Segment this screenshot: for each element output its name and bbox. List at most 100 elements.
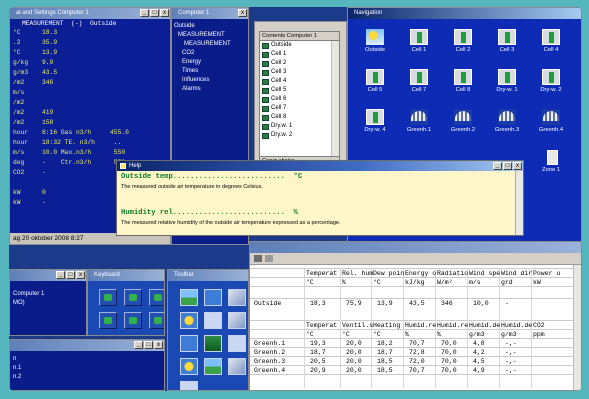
nav-icon-cell[interactable]: Cell 5 bbox=[354, 69, 396, 93]
contents-item[interactable]: Cell 6 bbox=[260, 95, 339, 104]
close-button[interactable]: x bbox=[76, 271, 85, 279]
cell-icon bbox=[498, 69, 516, 85]
settings-icon[interactable] bbox=[228, 312, 246, 329]
graph-icon[interactable] bbox=[180, 335, 198, 352]
contents-item[interactable]: Cell 8 bbox=[260, 113, 339, 122]
contents-item[interactable]: Outside bbox=[260, 41, 339, 50]
nav-icon-green[interactable]: Greenh.2 bbox=[442, 109, 484, 133]
contents-item[interactable]: Cell 3 bbox=[260, 68, 339, 77]
contents-item[interactable]: Cell 2 bbox=[260, 59, 339, 68]
nav-icon-green[interactable]: Greenh.3 bbox=[486, 109, 528, 133]
nav-icon-green[interactable]: Greenh.4 bbox=[530, 109, 572, 133]
cell-icon bbox=[262, 123, 269, 130]
nav-icon-cell[interactable]: Cell 2 bbox=[442, 29, 484, 53]
nav-icon-cell[interactable]: Cell 8 bbox=[442, 69, 484, 93]
measurement-titlebar[interactable]: al and Settings Computer 1 _ □ x bbox=[10, 8, 170, 19]
nav-icon-cell[interactable]: Dry-w. 1 bbox=[486, 69, 528, 93]
data-titlebar[interactable] bbox=[250, 242, 581, 253]
nav-icon-cell[interactable]: Cell 4 bbox=[530, 29, 572, 53]
table-cell: 20,5 bbox=[310, 358, 326, 365]
column-unit: m/s bbox=[469, 279, 481, 286]
nav-icon-cell[interactable]: Dry-w. 4 bbox=[354, 109, 396, 133]
help-scrollbar[interactable] bbox=[515, 171, 523, 235]
keyboard-button[interactable] bbox=[124, 312, 142, 329]
contents-item[interactable]: Dry.w. 1 bbox=[260, 122, 339, 131]
tree-item[interactable]: Influences bbox=[182, 77, 209, 83]
list-item[interactable]: n bbox=[13, 356, 16, 362]
tree-item[interactable]: Energy bbox=[182, 59, 201, 65]
document-icon[interactable] bbox=[228, 335, 246, 352]
tree-item[interactable]: Times bbox=[182, 68, 198, 74]
nav-icon-cell[interactable]: Cell 7 bbox=[398, 69, 440, 93]
weather-icon[interactable] bbox=[180, 312, 198, 329]
list-titlebar[interactable]: _ □ x bbox=[10, 340, 164, 351]
help-titlebar[interactable]: Help _ □ x bbox=[117, 161, 523, 171]
computer-small-titlebar[interactable]: _ □ x bbox=[10, 270, 86, 281]
help-entry-title: Outside temp.......................... °… bbox=[121, 173, 303, 181]
navigation-titlebar[interactable]: Navigation bbox=[348, 8, 581, 19]
nav-icon-cell[interactable]: Cell 1 bbox=[398, 29, 440, 53]
minimize-button[interactable]: _ bbox=[140, 9, 149, 17]
contents-item[interactable]: Cell 1 bbox=[260, 50, 339, 59]
computer-small-item[interactable]: MO) bbox=[13, 300, 25, 306]
column-header: Temperat bbox=[306, 270, 338, 277]
nav-icon-label: Cell 1 bbox=[411, 47, 427, 53]
minimize-button[interactable]: _ bbox=[56, 271, 65, 279]
tree-item[interactable]: Alarms bbox=[182, 86, 201, 92]
data-scrollbar[interactable] bbox=[573, 265, 581, 390]
tools-icon[interactable] bbox=[228, 358, 246, 375]
table-icon[interactable] bbox=[204, 312, 222, 329]
maximize-button[interactable]: □ bbox=[144, 341, 153, 349]
tree-item[interactable]: Outside bbox=[174, 23, 195, 29]
contents-item[interactable]: Cell 7 bbox=[260, 104, 339, 113]
column-header: Humid.re bbox=[405, 322, 437, 329]
nav-icon-outside[interactable]: Outside bbox=[354, 29, 396, 53]
contents-item[interactable]: Cell 4 bbox=[260, 77, 339, 86]
tree-item[interactable]: MEASUREMENT bbox=[178, 32, 225, 38]
contents-item[interactable]: Cell 5 bbox=[260, 86, 339, 95]
greenhouse-icon[interactable] bbox=[204, 335, 222, 352]
view-icon[interactable] bbox=[265, 255, 273, 262]
keyboard-button[interactable] bbox=[149, 289, 164, 306]
contents-item-label: Cell 5 bbox=[271, 87, 287, 93]
maximize-button[interactable]: □ bbox=[66, 271, 75, 279]
contents-item[interactable]: Dry.w. 2 bbox=[260, 131, 339, 140]
nav-icon-cell[interactable]: Cell 3 bbox=[486, 29, 528, 53]
close-button[interactable]: x bbox=[154, 341, 163, 349]
tree-item[interactable]: CO2 bbox=[182, 50, 194, 56]
table-cell: 20,9 bbox=[310, 367, 326, 374]
minimize-button[interactable]: _ bbox=[493, 162, 502, 170]
alarm-icon[interactable] bbox=[180, 381, 198, 390]
minimize-button[interactable]: _ bbox=[134, 341, 143, 349]
keyboard-button[interactable] bbox=[124, 289, 142, 306]
row-label: Outside bbox=[254, 300, 282, 307]
tree-item[interactable]: MEASUREMENT bbox=[184, 41, 231, 47]
cell-icon bbox=[262, 105, 269, 112]
column-header: Radiatio bbox=[437, 270, 469, 277]
chart-icon[interactable] bbox=[204, 289, 222, 306]
close-button[interactable]: x bbox=[513, 162, 522, 170]
contents-scrollbar[interactable] bbox=[331, 41, 339, 160]
printer-icon[interactable] bbox=[254, 255, 262, 262]
keyboard-button[interactable] bbox=[149, 312, 164, 329]
maximize-button[interactable]: □ bbox=[503, 162, 512, 170]
maximize-button[interactable]: □ bbox=[150, 9, 159, 17]
nav-icon-cell[interactable]: Dry-w. 2 bbox=[530, 69, 572, 93]
close-button[interactable]: x bbox=[238, 9, 247, 17]
sun-icon[interactable] bbox=[180, 358, 198, 375]
table-cell: 10,0 bbox=[473, 300, 489, 307]
computer-small-item[interactable]: Computer 1 bbox=[13, 291, 44, 297]
list-item[interactable]: n.1 bbox=[13, 365, 21, 371]
list-item[interactable]: n.2 bbox=[13, 374, 21, 380]
nav-icon-green[interactable]: Greenh.1 bbox=[398, 109, 440, 133]
outside-view-icon[interactable] bbox=[180, 289, 198, 306]
close-button[interactable]: x bbox=[160, 9, 169, 17]
printer-icon[interactable] bbox=[228, 289, 246, 306]
keyboard-button[interactable] bbox=[99, 312, 117, 329]
keyboard-titlebar[interactable]: Keyboard bbox=[88, 270, 164, 281]
nav-icon-zone[interactable]: Zone 1 bbox=[530, 149, 572, 173]
landscape-icon[interactable] bbox=[204, 358, 222, 375]
keyboard-button[interactable] bbox=[99, 289, 117, 306]
computer-titlebar[interactable]: Computer 1 x bbox=[172, 8, 248, 19]
toolbar-titlebar[interactable]: Toolbar bbox=[168, 270, 248, 281]
